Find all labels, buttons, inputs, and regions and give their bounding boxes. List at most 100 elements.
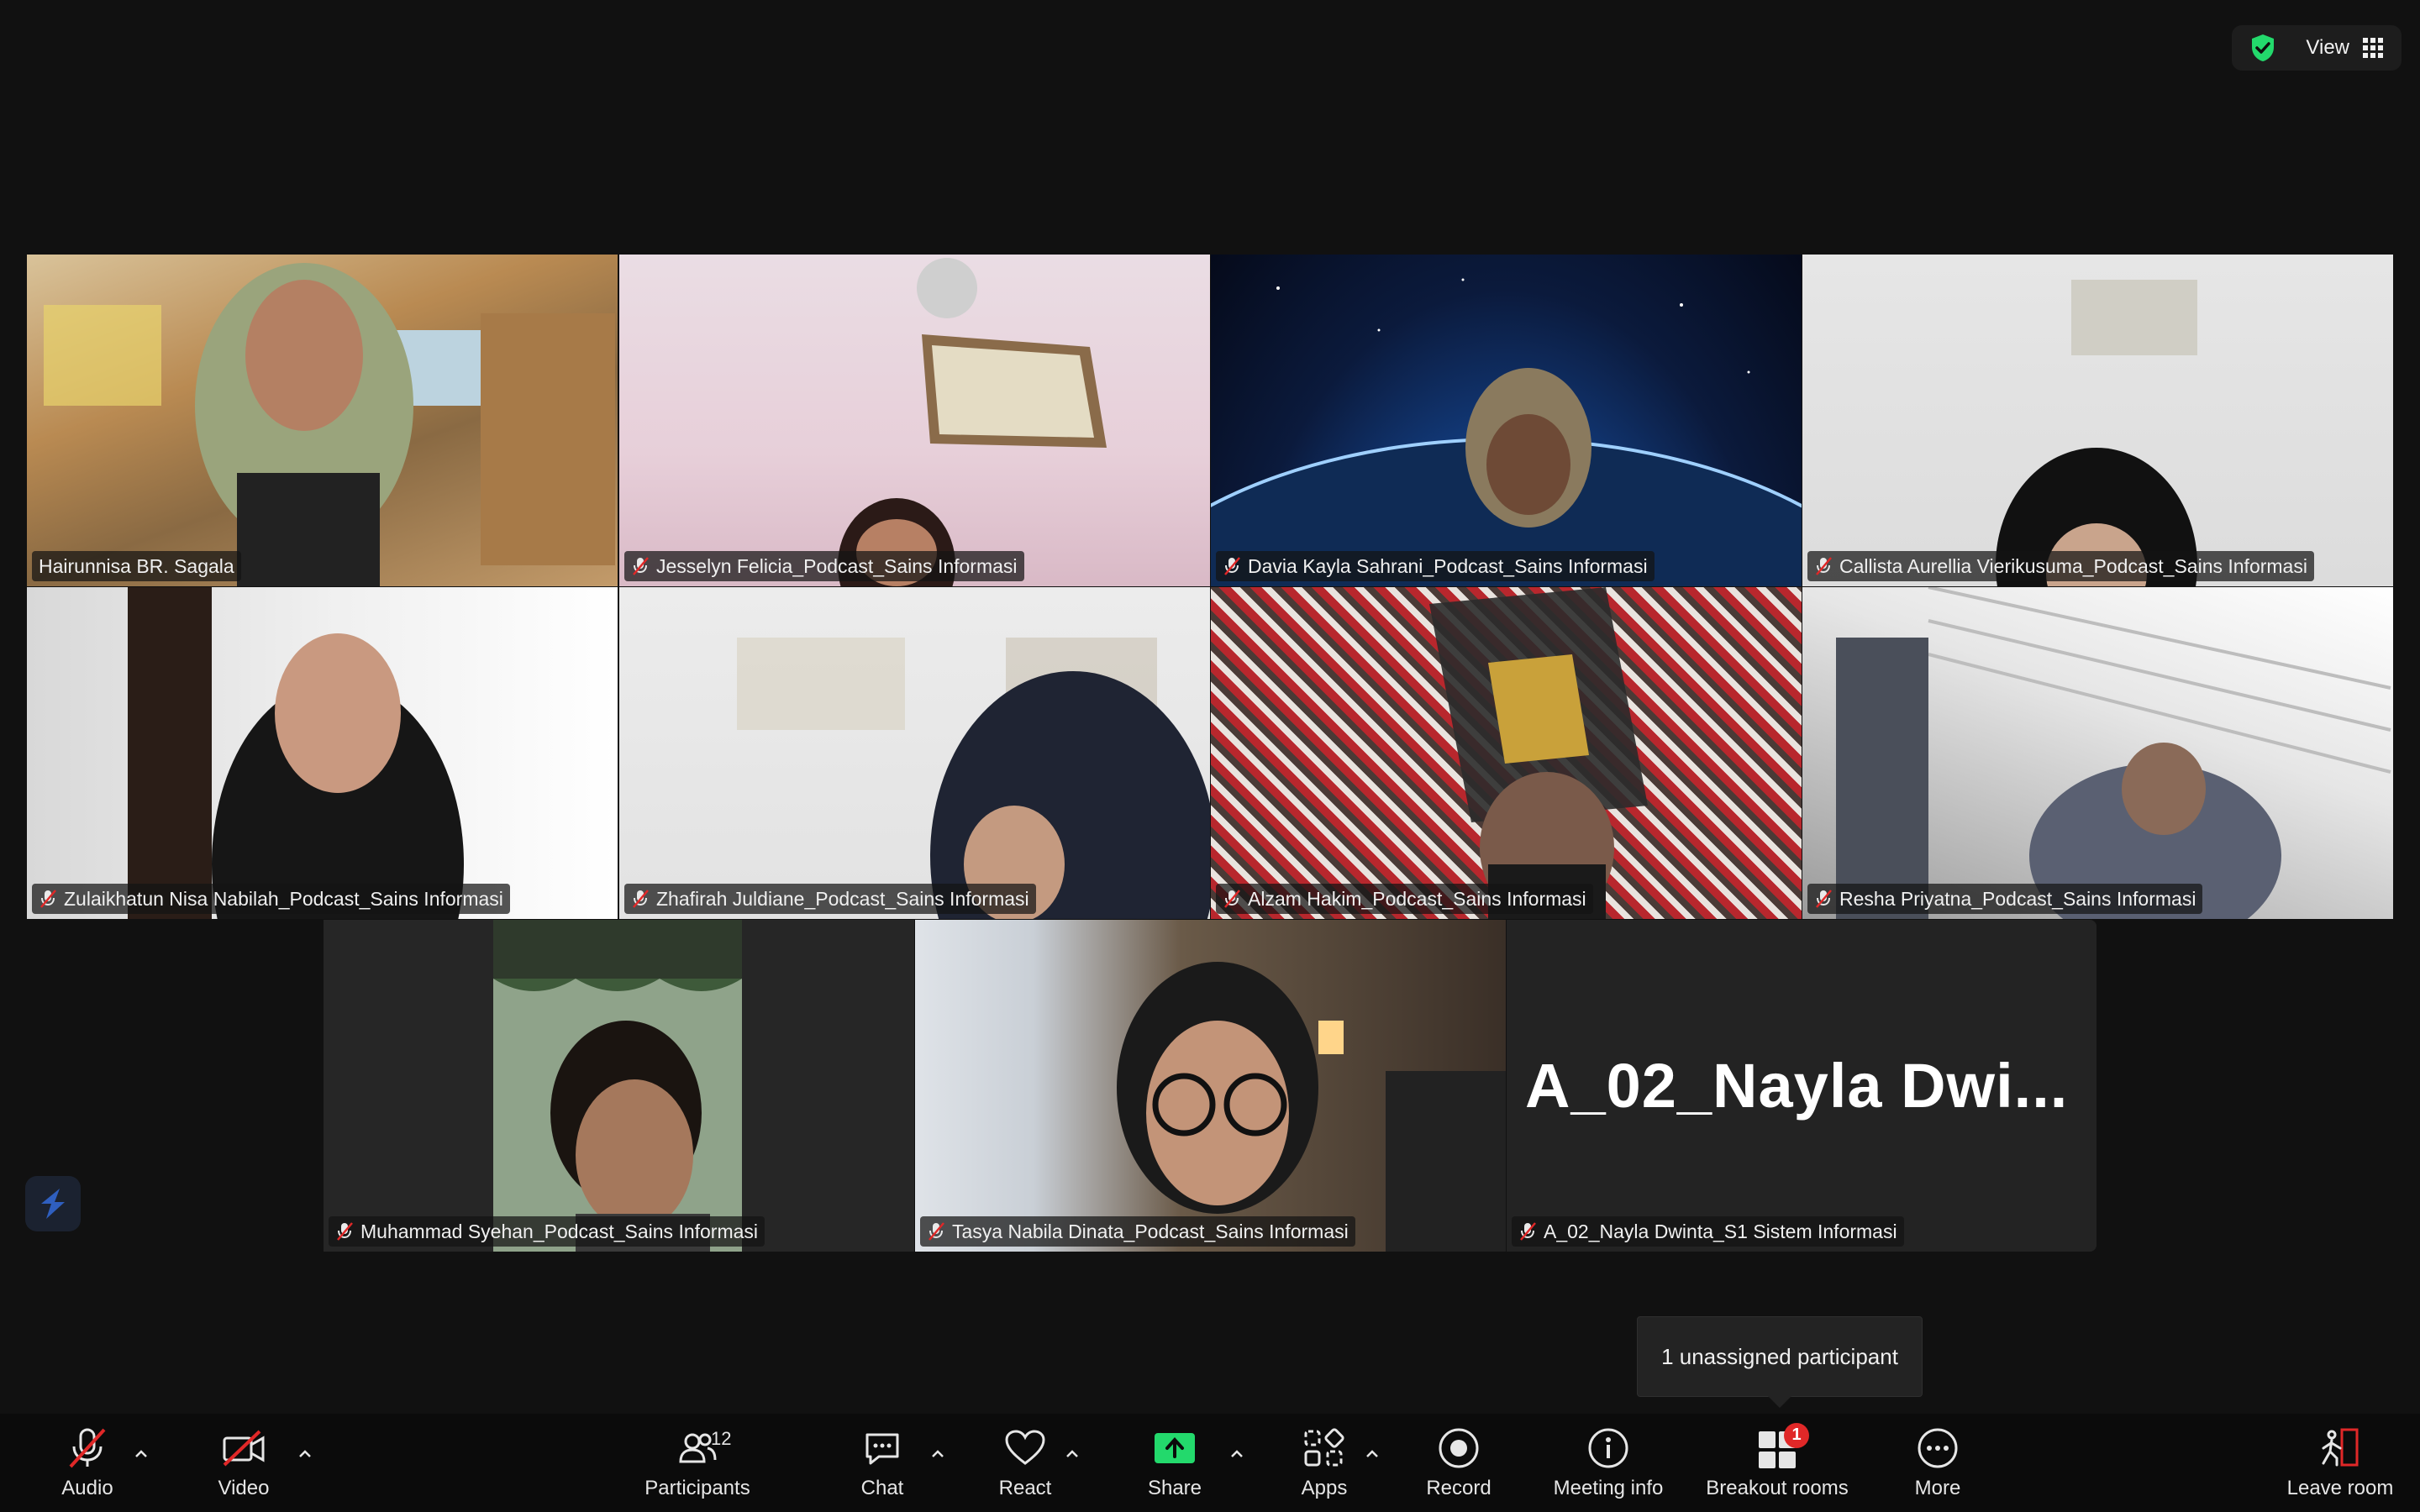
participant-display-name: A_02_Nayla Dwi...	[1525, 1051, 2069, 1121]
video-tile[interactable]: Tasya Nabila Dinata_Podcast_Sains Inform…	[915, 920, 1506, 1252]
tooltip-text: 1 unassigned participant	[1661, 1343, 1898, 1369]
mic-muted-icon	[1816, 890, 1832, 908]
chat-button[interactable]: Chat	[849, 1414, 916, 1512]
chevron-up-icon	[932, 1450, 944, 1457]
apps-button[interactable]: Apps	[1291, 1414, 1358, 1512]
chevron-up-icon	[135, 1450, 147, 1457]
camera-off-placeholder: A_02_Nayla Dwi...	[1507, 920, 2096, 1252]
audio-options-caret[interactable]	[133, 1446, 150, 1462]
mic-off-icon	[69, 1428, 106, 1467]
video-feed	[27, 255, 618, 586]
chat-label: Chat	[860, 1476, 904, 1499]
video-tile-camera-off[interactable]: A_02_Nayla Dwi... A_02_Nayla Dwinta_S1 S…	[1507, 920, 2096, 1252]
participant-name: Tasya Nabila Dinata_Podcast_Sains Inform…	[952, 1220, 1349, 1242]
video-feed	[324, 920, 914, 1252]
video-label: Video	[218, 1476, 270, 1499]
record-button[interactable]: Record	[1425, 1414, 1492, 1512]
participant-name: Davia Kayla Sahrani_Podcast_Sains Inform…	[1248, 554, 1648, 577]
meeting-info-button[interactable]: Meeting info	[1541, 1414, 1676, 1512]
video-feed	[1211, 587, 1802, 919]
mic-muted-icon	[929, 1222, 944, 1241]
chevron-up-icon	[299, 1450, 311, 1457]
chat-icon	[865, 1433, 899, 1464]
shield-check-icon[interactable]	[2250, 34, 2275, 62]
mic-muted-icon	[633, 890, 649, 908]
breakout-tooltip: 1 unassigned participant	[1637, 1316, 1923, 1408]
view-label: View	[2306, 36, 2349, 59]
mic-muted-icon	[633, 557, 649, 575]
mic-muted-icon	[1816, 557, 1832, 575]
app-logo-icon	[41, 1189, 65, 1219]
participant-name: Alzam Hakim_Podcast_Sains Informasi	[1248, 887, 1586, 910]
breakout-rooms-button[interactable]: 1 Breakout rooms	[1697, 1414, 1857, 1512]
more-icon	[1918, 1428, 1958, 1467]
participant-name-tag: Zulaikhatun Nisa Nabilah_Podcast_Sains I…	[32, 884, 510, 914]
participant-name-tag: Jesselyn Felicia_Podcast_Sains Informasi	[624, 551, 1024, 581]
more-button[interactable]: More	[1904, 1414, 1971, 1512]
chevron-up-icon	[1066, 1450, 1078, 1457]
participant-name: Zhafirah Juldiane_Podcast_Sains Informas…	[656, 887, 1029, 910]
leave-room-button[interactable]: Leave room	[2277, 1414, 2403, 1512]
audio-label: Audio	[61, 1476, 113, 1499]
participants-count: 12	[711, 1427, 732, 1449]
participant-name-tag: Alzam Hakim_Podcast_Sains Informasi	[1216, 884, 1593, 914]
participant-name-tag: A_02_Nayla Dwinta_S1 Sistem Informasi	[1512, 1216, 1904, 1247]
video-tile[interactable]: Resha Priyatna_Podcast_Sains Informasi	[1802, 587, 2393, 919]
video-feed	[619, 255, 1210, 586]
meeting-toolbar: Audio Video 12 Participants Chat React S…	[0, 1414, 2420, 1512]
record-label: Record	[1426, 1476, 1491, 1499]
participants-label: Participants	[644, 1476, 750, 1499]
meeting-window: View Hairunnisa BR. Sagala Jesselyn Feli…	[0, 0, 2420, 1512]
floating-app-button[interactable]	[25, 1176, 81, 1231]
react-options-caret[interactable]	[1064, 1446, 1081, 1462]
participant-name: A_02_Nayla Dwinta_S1 Sistem Informasi	[1544, 1220, 1897, 1242]
participant-name: Resha Priyatna_Podcast_Sains Informasi	[1839, 887, 2196, 910]
gallery-grid-icon	[2363, 38, 2383, 58]
view-button[interactable]: View	[2306, 36, 2383, 60]
participant-name: Jesselyn Felicia_Podcast_Sains Informasi	[656, 554, 1018, 577]
breakout-rooms-label: Breakout rooms	[1706, 1476, 1849, 1499]
participant-name-tag: Muhammad Syehan_Podcast_Sains Informasi	[329, 1216, 765, 1247]
info-icon	[1588, 1428, 1628, 1467]
react-button[interactable]: React	[992, 1414, 1059, 1512]
video-tile[interactable]: Zhafirah Juldiane_Podcast_Sains Informas…	[619, 587, 1210, 919]
mic-muted-icon	[40, 890, 56, 908]
video-feed	[915, 920, 1506, 1252]
audio-button[interactable]: Audio	[54, 1414, 121, 1512]
video-feed	[1802, 587, 2393, 919]
participant-name: Muhammad Syehan_Podcast_Sains Informasi	[360, 1220, 759, 1242]
mic-muted-icon	[1520, 1222, 1536, 1241]
camera-off-icon	[223, 1430, 265, 1466]
video-tile[interactable]: Alzam Hakim_Podcast_Sains Informasi	[1211, 587, 1802, 919]
apps-icon	[1304, 1427, 1344, 1466]
video-tile[interactable]: Callista Aurellia Vierikusuma_Podcast_Sa…	[1802, 255, 2393, 586]
video-tile[interactable]: Davia Kayla Sahrani_Podcast_Sains Inform…	[1211, 255, 1802, 586]
mic-muted-icon	[1224, 890, 1240, 908]
apps-label: Apps	[1301, 1476, 1348, 1499]
top-right-controls: View	[2232, 25, 2402, 71]
participant-name-tag: Callista Aurellia Vierikusuma_Podcast_Sa…	[1807, 551, 2314, 581]
share-options-caret[interactable]	[1228, 1446, 1245, 1462]
participants-button[interactable]: 12 Participants	[639, 1414, 756, 1512]
video-tile[interactable]: Jesselyn Felicia_Podcast_Sains Informasi	[619, 255, 1210, 586]
video-button[interactable]: Video	[210, 1414, 277, 1512]
video-options-caret[interactable]	[297, 1446, 313, 1462]
participant-name: Hairunnisa BR. Sagala	[39, 554, 234, 577]
video-tile[interactable]: Hairunnisa BR. Sagala	[27, 255, 618, 586]
video-tile[interactable]: Muhammad Syehan_Podcast_Sains Informasi	[324, 920, 914, 1252]
participant-name-tag: Zhafirah Juldiane_Podcast_Sains Informas…	[624, 884, 1036, 914]
breakout-notification-badge: 1	[1784, 1422, 1809, 1448]
heart-icon	[1005, 1429, 1045, 1465]
video-tile[interactable]: Zulaikhatun Nisa Nabilah_Podcast_Sains I…	[27, 587, 618, 919]
participant-name-tag: Hairunnisa BR. Sagala	[32, 551, 241, 581]
chat-options-caret[interactable]	[929, 1446, 946, 1462]
leave-room-label: Leave room	[2286, 1476, 2394, 1499]
share-button[interactable]: Share	[1141, 1414, 1208, 1512]
participant-name: Callista Aurellia Vierikusuma_Podcast_Sa…	[1839, 554, 2307, 577]
chevron-up-icon	[1231, 1450, 1243, 1457]
apps-options-caret[interactable]	[1364, 1446, 1381, 1462]
mic-muted-icon	[1224, 557, 1240, 575]
share-label: Share	[1147, 1476, 1202, 1499]
share-screen-icon	[1155, 1432, 1195, 1463]
react-label: React	[998, 1476, 1052, 1499]
